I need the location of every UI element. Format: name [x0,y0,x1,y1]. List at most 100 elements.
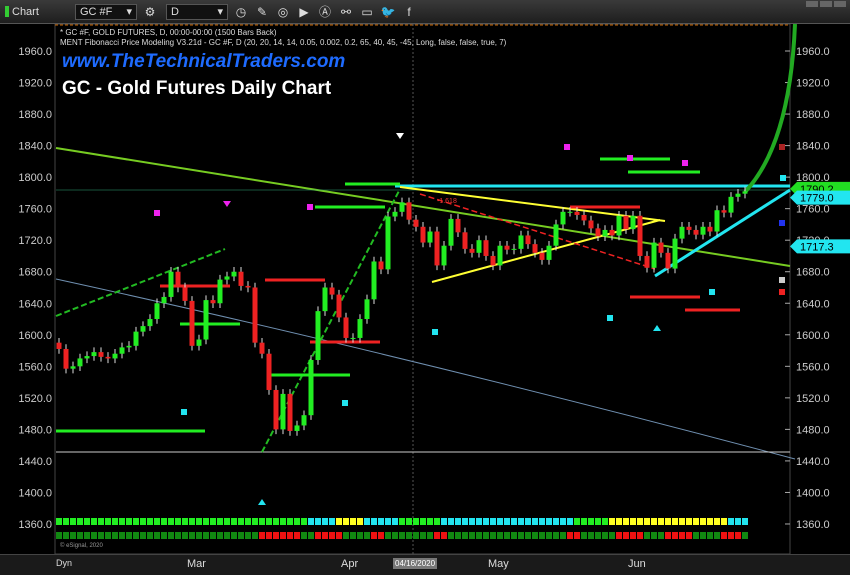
symbol-select[interactable]: GC #F ▾ [75,3,137,20]
signal-bar-row1 [574,518,580,525]
signal-bar-row2 [546,532,552,539]
signal-bar-row2 [147,532,153,539]
candle-body [280,393,286,430]
candle-body [371,261,377,300]
signal-bar-row1 [329,518,335,525]
y-tick-label: 1560.0 [796,361,830,373]
candle-body [546,245,552,260]
signal-bar-row1 [483,518,489,525]
candle-body [539,252,545,260]
signal-bar-row1 [707,518,713,525]
signal-bar-row1 [259,518,265,525]
facebook-icon[interactable]: f [401,4,417,20]
y-tick-label: 1840.0 [18,141,52,153]
play-icon[interactable]: ▶ [296,4,312,20]
signal-marker [564,144,570,150]
comment-icon[interactable]: ▭ [359,4,375,20]
signal-bar-row2 [189,532,195,539]
settings-icon[interactable]: ⚙ [142,4,158,20]
signal-bar-row1 [238,518,244,525]
minimize-button[interactable] [806,1,818,7]
candle-body [525,235,531,245]
signal-bar-row2 [266,532,272,539]
signal-bar-row1 [343,518,349,525]
signal-bar-row1 [679,518,685,525]
signal-bar-row1 [518,518,524,525]
price-tag-label: 1717.3 [800,241,834,253]
candle-body [693,229,699,235]
signal-bar-row1 [308,518,314,525]
candle-body [56,342,62,349]
candle-body [273,389,279,430]
signal-bar-row2 [574,532,580,539]
candle-body [161,296,167,304]
signal-bar-row2 [532,532,538,539]
candle-body [686,226,692,230]
study-icon[interactable]: ◎ [275,4,291,20]
signal-bar-row1 [546,518,552,525]
signal-bar-row1 [595,518,601,525]
link-icon[interactable]: ⚯ [338,4,354,20]
interval-value: D [171,5,179,18]
signal-bar-row1 [623,518,629,525]
signal-bar-row1 [441,518,447,525]
signal-bar-row2 [581,532,587,539]
candle-body [504,245,510,250]
chart-logo: Chart [5,6,67,18]
signal-bar-row2 [721,532,727,539]
candle-body [336,294,342,318]
signal-bar-row2 [455,532,461,539]
chart-title: GC - Gold Futures Daily Chart [62,78,332,99]
dyn-button[interactable]: Dyn [56,558,72,568]
interval-select[interactable]: D ▾ [166,3,228,20]
signal-marker [709,289,715,295]
twitter-icon[interactable]: 🐦 [380,4,396,20]
candle-body [77,358,83,367]
candle-body [483,240,489,256]
window-controls[interactable] [806,1,846,7]
signal-bar-row1 [693,518,699,525]
signal-bar-row2 [686,532,692,539]
clock-icon[interactable]: ◷ [233,4,249,20]
candle-body [406,202,412,220]
signal-bar-row2 [609,532,615,539]
candle-body [714,210,720,232]
signal-bar-row1 [91,518,97,525]
candle-body [84,356,90,359]
alert-icon[interactable]: Ⓐ [317,4,333,20]
signal-bar-row1 [553,518,559,525]
signal-bar-row1 [735,518,741,525]
chart-area[interactable]: 1960.0 1960.0 1920.0 1920.0 1880.0 1880.0 1840… [0,7,850,555]
candle-body [588,220,594,229]
x-tick-label: May [488,558,509,570]
candle-body [399,202,405,212]
candle-body [147,319,153,327]
pencil-icon[interactable]: ✎ [254,4,270,20]
signal-bar-row2 [469,532,475,539]
signal-bar-row2 [693,532,699,539]
signal-bar-row1 [714,518,720,525]
candle-body [469,248,475,253]
signal-bar-row2 [567,532,573,539]
signal-bar-row1 [588,518,594,525]
signal-bar-row2 [385,532,391,539]
y-tick-label: 1920.0 [796,78,830,90]
signal-marker [779,144,785,150]
candle-body [266,353,272,390]
signal-bar-row1 [364,518,370,525]
signal-bar-row2 [392,532,398,539]
y-tick-label: 1640.0 [18,298,52,310]
signal-bar-row2 [91,532,97,539]
cursor-date: 04/16/2020 [393,558,438,569]
signal-bar-row2 [280,532,286,539]
signal-bar-row2 [518,532,524,539]
signal-bar-row1 [665,518,671,525]
signal-marker [181,409,187,415]
candle-body [672,238,678,269]
signal-bar-row1 [567,518,573,525]
close-button[interactable] [834,1,846,7]
candle-body [294,425,300,431]
maximize-button[interactable] [820,1,832,7]
signal-bar-row1 [273,518,279,525]
chevron-down-icon: ▾ [126,6,132,18]
